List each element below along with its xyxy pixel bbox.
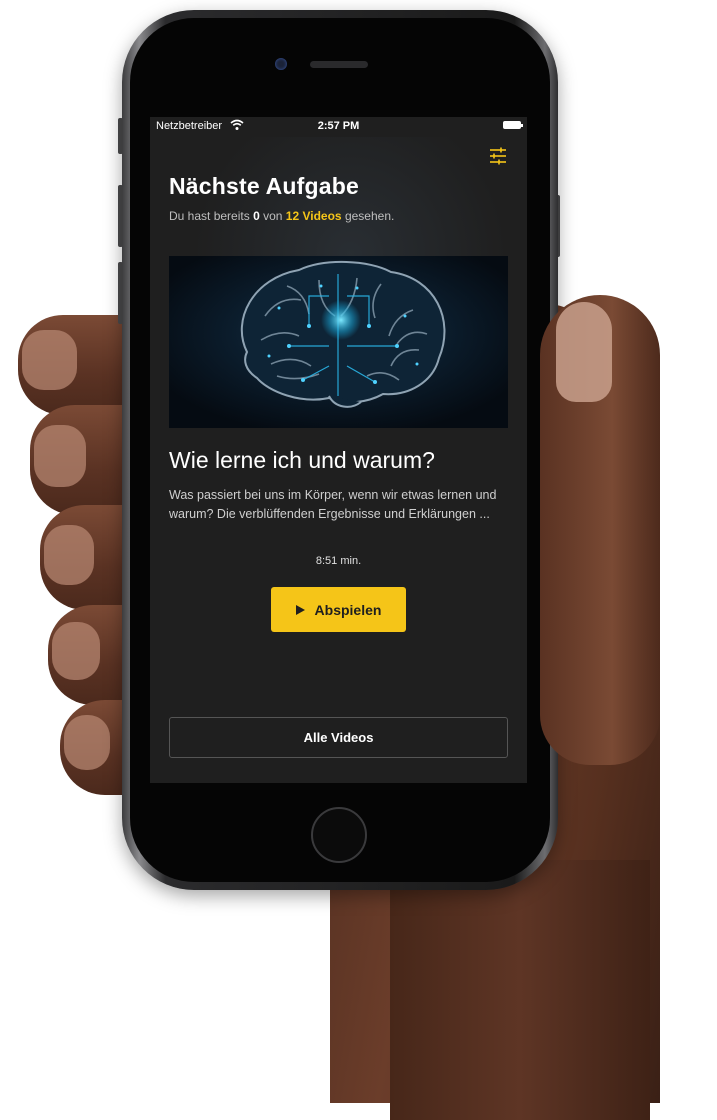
progress-text: Du hast bereits 0 von 12 Videos gesehen. bbox=[169, 209, 394, 223]
video-duration: 8:51 min. bbox=[315, 555, 362, 567]
progress-suffix: gesehen. bbox=[344, 209, 395, 223]
play-icon bbox=[295, 604, 305, 615]
fingernail bbox=[22, 330, 77, 390]
circuit-brain-image bbox=[169, 256, 508, 428]
all-videos-button[interactable]: Alle Videos bbox=[169, 717, 508, 758]
status-bar: Netzbetreiber 2:57 PM bbox=[150, 117, 527, 135]
front-camera bbox=[275, 58, 287, 70]
home-button[interactable] bbox=[311, 807, 367, 863]
video-thumbnail[interactable] bbox=[169, 256, 508, 428]
hand-wrist bbox=[390, 860, 650, 1120]
video-title: Wie lerne ich und warum? bbox=[169, 447, 435, 473]
battery-icon bbox=[503, 121, 523, 129]
watched-count: 0 bbox=[253, 209, 260, 223]
status-time: 2:57 PM bbox=[317, 120, 360, 132]
progress-of: von bbox=[263, 209, 283, 223]
fingernail bbox=[52, 622, 100, 680]
thumb-nail bbox=[556, 302, 612, 402]
play-button[interactable]: Abspielen bbox=[271, 587, 406, 632]
fingernail bbox=[34, 425, 86, 487]
sliders-icon[interactable] bbox=[489, 147, 507, 165]
all-videos-label: Alle Videos bbox=[303, 730, 374, 745]
total-videos: 12 Videos bbox=[285, 209, 342, 223]
play-label: Abspielen bbox=[314, 601, 382, 618]
progress-prefix: Du hast bereits bbox=[169, 209, 250, 223]
app-screen: Netzbetreiber 2:57 PM Nächste Aufgabe Du… bbox=[150, 117, 527, 783]
fingernail bbox=[44, 525, 94, 585]
page-title: Nächste Aufgabe bbox=[169, 173, 360, 199]
fingernail bbox=[64, 715, 110, 770]
earpiece-speaker bbox=[310, 61, 368, 68]
video-description: Was passiert bei uns im Körper, wenn wir… bbox=[169, 488, 497, 521]
